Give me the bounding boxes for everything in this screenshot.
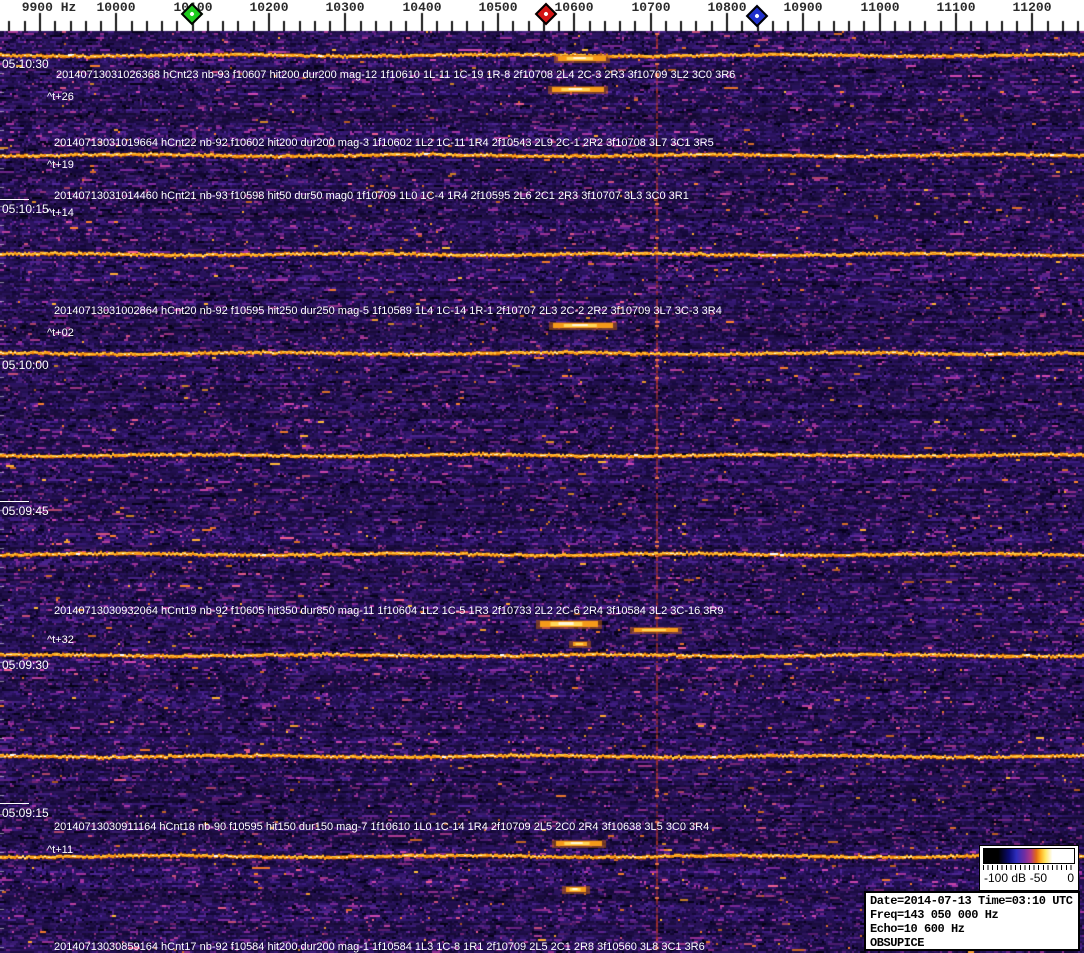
freq-tick-label: 10600 [554,0,594,15]
freq-tick-label: 10300 [325,0,365,15]
freq-tick-label: 11000 [860,0,900,15]
info-station: OBSUPICE [870,936,925,950]
legend-label-min: -100 dB [984,871,1027,885]
event-annotation: 20140713031014460 hCnt21 nb-93 f10598 hi… [54,190,689,202]
event-annotation: 20140713031026368 hCnt23 nb-93 f10607 hi… [56,69,736,81]
freq-tick-label: 10200 [249,0,289,15]
time-label: 05:10:30 [2,57,49,71]
marker-dot [543,11,549,17]
freq-tick-label: 10000 [96,0,136,15]
legend-label-max: 0 [1067,871,1074,885]
legend-ticks [983,865,1075,870]
event-annotation: 20140713030859164 hCnt17 nb-92 f10584 hi… [54,941,705,953]
legend-labels: -100 dB -50 0 [982,871,1076,886]
time-label: 05:10:15 [2,202,49,216]
time-label: 05:10:00 [2,358,49,372]
marker-dot [754,13,760,19]
event-annotation: 20140713030911164 hCnt18 nb-90 f10595 hi… [54,821,710,833]
event-annotation: 20140713030932064 hCnt19 nb-92 f10605 hi… [54,605,724,617]
event-time-offset: ^t+26 [47,91,74,103]
time-tick [0,501,29,502]
marker-dot [189,11,195,17]
event-time-offset: ^t+19 [47,159,74,171]
time-tick [0,199,29,200]
color-scale-gradient [983,848,1075,864]
event-time-offset: ^t+14 [47,207,74,219]
freq-tick-label: 10500 [478,0,518,15]
freq-tick-label: 9900 Hz [21,0,77,15]
time-tick [0,803,29,804]
time-label: 05:09:45 [2,504,49,518]
event-time-offset: ^t+32 [47,634,74,646]
event-time-offset: ^t+11 [47,844,74,856]
freq-tick-label: 10900 [783,0,823,15]
event-annotation: 20140713031019664 hCnt22 nb-92 f10602 hi… [54,137,714,149]
time-label: 05:09:30 [2,658,49,672]
freq-tick-label: 10700 [631,0,671,15]
event-time-offset: ^t+02 [47,327,74,339]
info-echo: Echo=10 600 Hz [870,922,965,936]
event-annotation: 20140713031002864 hCnt20 nb-92 f10595 hi… [54,305,722,317]
meteor-spectrogram-app: 9900 Hz 10000 10100 10200 10300 10400 10… [0,0,1084,953]
info-box: Date=2014-07-13 Time=03:10 UTC Freq=143 … [864,891,1080,951]
freq-tick-label: 10400 [402,0,442,15]
info-date-time: Date=2014-07-13 Time=03:10 UTC [870,894,1073,908]
db-scale-legend: -100 dB -50 0 [979,845,1079,891]
freq-tick-label: 11100 [936,0,976,15]
time-label: 05:09:15 [2,806,49,820]
freq-tick-label: 10800 [707,0,747,15]
legend-label-mid: -50 [1029,871,1048,885]
freq-tick-label: 11200 [1012,0,1052,15]
info-freq: Freq=143 050 000 Hz [870,908,999,922]
